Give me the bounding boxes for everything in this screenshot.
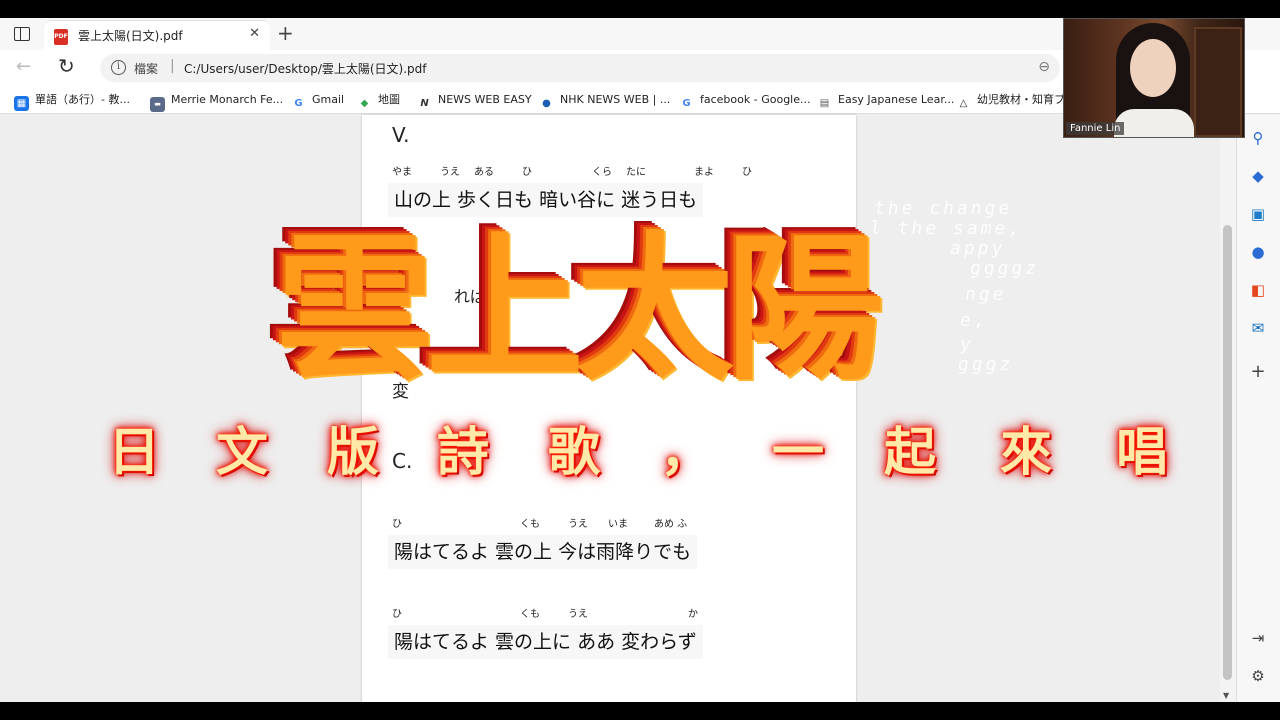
bookmark-label: 幼児教材・知育プ... (977, 93, 1076, 106)
bookmark-label: Gmail (312, 93, 345, 106)
zoom-out-icon[interactable]: ⊖ (1038, 59, 1050, 75)
bookmark-label: NEWS WEB EASY (438, 93, 532, 106)
plus-icon[interactable]: + (1249, 363, 1267, 381)
video-title: 雲上太陽 (276, 218, 884, 402)
participant-name: Fannie Lin (1066, 122, 1125, 135)
people-icon[interactable]: ● (1249, 243, 1267, 261)
google-icon: G (294, 98, 303, 109)
bookmark-label: Merrie Monarch Fe... (171, 93, 284, 106)
bookmark-item[interactable]: ▬ Merrie Monarch Fe... (150, 91, 284, 112)
lyric-line: 陽はてるよ 雲の上 今は雨降りでも (388, 535, 698, 569)
section-heading-v: V. (392, 123, 410, 147)
bookmark-item[interactable]: N NEWS WEB EASY (417, 91, 532, 109)
back-button[interactable]: ← (16, 56, 31, 77)
bookmark-label: Easy Japanese Lear... (838, 93, 955, 106)
bookmark-label: 地圖 (378, 93, 400, 106)
url-field[interactable]: i 檔案 | C:/Users/user/Desktop/雲上太陽(日文).pd… (100, 54, 1060, 82)
bookmark-item[interactable]: ▦ 單語（あ行）- 教... (14, 91, 130, 111)
subtitle-char: 文 (216, 423, 269, 483)
subtitle-char: 來 (1000, 423, 1053, 483)
furigana: ひ (742, 167, 752, 178)
exit-icon[interactable]: ⇥ (1249, 629, 1267, 647)
nhk-n-icon: N (420, 98, 429, 109)
subtitle-char: 歌 (548, 423, 601, 483)
scroll-down-icon[interactable]: ▼ (1223, 691, 1229, 700)
subtitle-char: 起 (884, 423, 937, 483)
bookmark-item[interactable]: △ 幼児教材・知育プ... (956, 91, 1076, 109)
furigana: まよ (694, 167, 714, 178)
pdf-icon: PDF (54, 29, 68, 45)
furigana: うえ (440, 167, 460, 178)
bookmark-label: facebook - Google... (700, 93, 811, 106)
bookmark-label: NHK NEWS WEB | ... (560, 93, 671, 106)
tag-icon[interactable]: ◆ (1249, 167, 1267, 185)
furigana: いま (608, 519, 628, 530)
reload-button[interactable]: ↻ (58, 54, 75, 78)
edge-sidebar: ⚲ ◆ ▣ ● ◧ ✉ + ⇥ ⚙ (1236, 115, 1280, 702)
lyric-line: 陽はてるよ 雲の上に ああ 変わらず (388, 625, 703, 659)
furigana: あめ ふ (654, 519, 688, 530)
webcam-background-door (1194, 27, 1242, 137)
subtitle-char: ， (660, 423, 713, 483)
url-scheme-label: 檔案 (134, 62, 159, 76)
nhk-world-icon: ▤ (819, 98, 830, 109)
furigana-row: ひ くも うえ か (362, 605, 856, 621)
info-icon[interactable]: i (111, 60, 126, 75)
furigana: ひ (392, 609, 402, 620)
bookmark-item[interactable]: ◆ 地圖 (357, 91, 400, 109)
furigana: か (688, 609, 698, 620)
new-tab-button[interactable]: + (277, 22, 294, 44)
furigana: たに (626, 167, 646, 178)
maps-icon: ◆ (360, 98, 369, 109)
subtitle-char: 一 (772, 423, 825, 483)
outlook-icon[interactable]: ✉ (1249, 319, 1267, 337)
bookmark-item[interactable]: ▤ Easy Japanese Lear... (817, 91, 955, 109)
subtitle-char: 唱 (1116, 423, 1169, 483)
webcam-body (1114, 109, 1194, 137)
close-icon[interactable]: ✕ (249, 26, 260, 41)
search-icon[interactable]: ⚲ (1249, 129, 1267, 147)
office-icon[interactable]: ◧ (1249, 281, 1267, 299)
furigana: ひ (392, 519, 402, 530)
furigana: うえ (568, 519, 588, 530)
bookmark-label: 單語（あ行）- 教... (35, 93, 130, 106)
furigana: くも (520, 519, 540, 530)
vertical-scrollbar[interactable]: ▼ (1220, 115, 1236, 702)
tab-pdf[interactable]: PDF 雲上太陽(日文).pdf ✕ (44, 20, 270, 50)
toolbox-icon[interactable]: ▣ (1249, 205, 1267, 223)
furigana-row: やま うえ ある ひ くら たに まよ ひ (362, 163, 856, 179)
video-subtitle: 日 文 版 詩 歌 ， 一 起 來 唱 (0, 418, 1280, 488)
subtitle-char: 日 (108, 423, 161, 483)
furigana: うえ (568, 609, 588, 620)
tab-actions-icon[interactable] (14, 27, 30, 41)
furigana-row: ひ くも うえ いま あめ ふ (362, 515, 856, 531)
google-icon: G (682, 98, 691, 109)
furigana: ある (474, 167, 494, 178)
gear-icon[interactable]: ⚙ (1249, 667, 1267, 685)
subtitle-char: 詩 (437, 423, 490, 483)
subtitle-char: 版 (327, 423, 380, 483)
furigana: くら (592, 167, 612, 178)
webcam-video: Fannie Lin (1063, 18, 1245, 138)
tab-title: 雲上太陽(日文).pdf (78, 29, 183, 43)
bookmark-item[interactable]: Gfacebook - Google... (679, 91, 810, 109)
furigana: くも (520, 609, 540, 620)
url-text[interactable]: C:/Users/user/Desktop/雲上太陽(日文).pdf (184, 60, 427, 77)
furigana: やま (392, 167, 412, 178)
news-icon: ▬ (150, 97, 165, 112)
url-separator: | (170, 58, 175, 74)
furigana: ひ (522, 167, 532, 178)
grid-icon: ▦ (14, 96, 29, 111)
bookmark-item[interactable]: ● NHK NEWS WEB | ... (539, 91, 670, 109)
nhk-icon: ● (542, 98, 551, 109)
warning-icon: △ (959, 98, 968, 109)
webcam-face (1130, 39, 1176, 97)
bookmark-item[interactable]: G Gmail (291, 91, 344, 109)
